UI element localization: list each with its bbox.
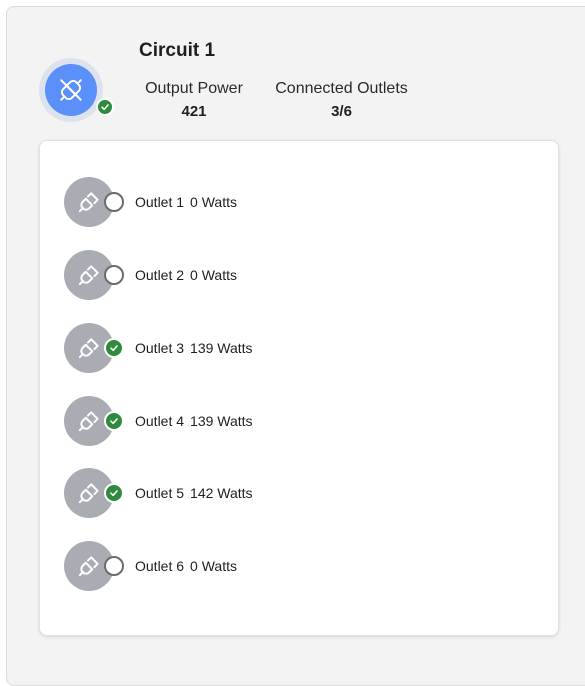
plug-off-icon: [45, 64, 97, 116]
connected-outlets-value: 3/6: [331, 103, 352, 120]
output-power-label: Output Power: [145, 80, 243, 97]
output-power-value: 421: [181, 103, 207, 120]
connected-outlets-stat: Connected Outlets 3/6: [269, 80, 414, 120]
circuit-title: Circuit 1: [139, 40, 216, 61]
outlet-avatar: [64, 177, 130, 227]
circuit-card: Circuit 1 Output Power 421 Connected Out…: [6, 6, 585, 686]
outlet-avatar: [64, 541, 130, 591]
empty-circle-icon: [104, 192, 124, 212]
outlet-row-3[interactable]: Outlet 3 139 Watts: [64, 323, 253, 373]
outlet-label: Outlet 1: [135, 194, 185, 210]
outlet-avatar: [64, 468, 130, 518]
outlet-avatar: [64, 396, 130, 446]
empty-circle-icon: [104, 265, 124, 285]
check-icon: [104, 411, 124, 431]
outlet-watts: 139 Watts: [190, 413, 253, 429]
outlet-list: Outlet 1 0 Watts Outlet 2 0 Watts Outlet…: [39, 140, 559, 636]
outlet-row-2[interactable]: Outlet 2 0 Watts: [64, 250, 237, 300]
outlet-watts: 142 Watts: [190, 485, 253, 501]
outlet-avatar: [64, 250, 130, 300]
outlet-row-1[interactable]: Outlet 1 0 Watts: [64, 177, 237, 227]
check-icon: [104, 338, 124, 358]
outlet-label: Outlet 6: [135, 558, 185, 574]
outlet-label: Outlet 3: [135, 340, 185, 356]
check-icon: [104, 483, 124, 503]
circuit-avatar: [39, 58, 115, 134]
circuit-header: Circuit 1 Output Power 421 Connected Out…: [7, 7, 585, 142]
outlet-avatar: [64, 323, 130, 373]
outlet-watts: 0 Watts: [190, 194, 237, 210]
check-icon: [96, 98, 114, 116]
output-power-stat: Output Power 421: [140, 80, 248, 120]
connected-outlets-label: Connected Outlets: [275, 80, 408, 97]
outlet-row-6[interactable]: Outlet 6 0 Watts: [64, 541, 237, 591]
outlet-watts: 0 Watts: [190, 558, 237, 574]
outlet-label: Outlet 2: [135, 267, 185, 283]
outlet-watts: 139 Watts: [190, 340, 253, 356]
outlet-row-5[interactable]: Outlet 5 142 Watts: [64, 468, 253, 518]
empty-circle-icon: [104, 556, 124, 576]
outlet-row-4[interactable]: Outlet 4 139 Watts: [64, 396, 253, 446]
outlet-watts: 0 Watts: [190, 267, 237, 283]
outlet-label: Outlet 5: [135, 485, 185, 501]
outlet-label: Outlet 4: [135, 413, 185, 429]
